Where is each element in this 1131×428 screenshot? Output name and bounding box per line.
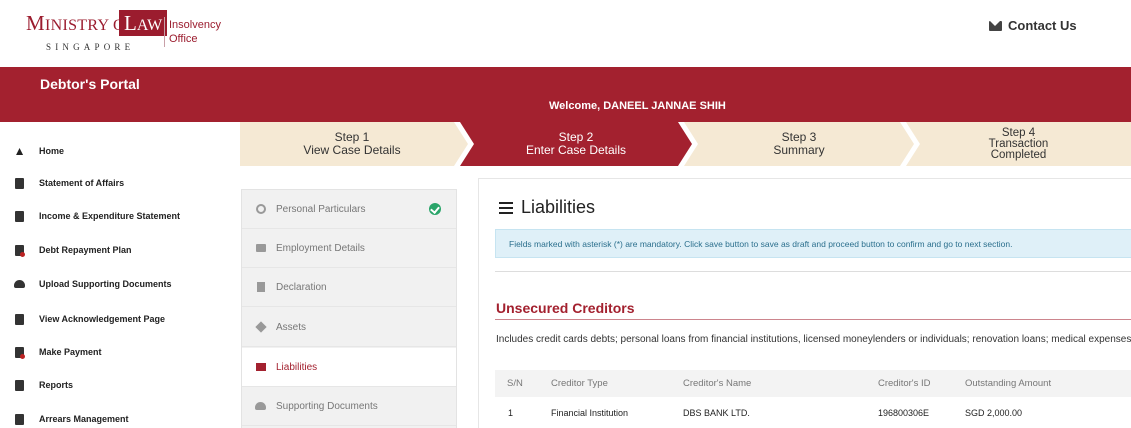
col-creditor-id: Creditor's ID bbox=[878, 378, 931, 389]
section-personal-particulars[interactable]: Personal Particulars bbox=[242, 190, 456, 229]
step-3-label: Step 3 Summary bbox=[773, 130, 825, 157]
logo-ministry-text: MINISTRY OF bbox=[26, 11, 135, 35]
section-menu: Personal Particulars Employment Details … bbox=[241, 189, 457, 428]
page-title-text: Liabilities bbox=[521, 197, 596, 217]
cell-creditor-type: Financial Institution bbox=[551, 408, 629, 418]
sidebar-item-arrears-management[interactable]: Arrears Management bbox=[0, 404, 228, 428]
logo-law-box: LAW bbox=[119, 10, 168, 36]
document-icon bbox=[255, 282, 266, 293]
cloud-upload-icon bbox=[255, 401, 266, 412]
payment-icon bbox=[14, 346, 25, 359]
top-header: MINISTRY OF LAW SINGAPORE Insolvency Off… bbox=[0, 0, 1131, 67]
sidebar-item-acknowledgement[interactable]: View Acknowledgement Page bbox=[0, 304, 228, 334]
heading-underline bbox=[495, 319, 1131, 320]
col-creditor-type: Creditor Type bbox=[551, 378, 608, 389]
portal-title: Debtor's Portal bbox=[40, 76, 140, 92]
arrears-icon bbox=[14, 413, 25, 425]
col-outstanding-amount: Outstanding Amount bbox=[965, 378, 1052, 389]
sidebar-item-income-expenditure[interactable]: Income & Expenditure Statement bbox=[0, 201, 228, 231]
step-4[interactable]: Step 4 Transaction Completed bbox=[906, 122, 1131, 166]
step-2-label: Step 2 Enter Case Details bbox=[525, 130, 627, 157]
sidebar-nav: ▲ Home Statement of Affairs Income & Exp… bbox=[0, 122, 228, 428]
file-icon bbox=[14, 313, 25, 325]
sidebar-item-debt-repayment-plan[interactable]: Debt Repayment Plan bbox=[0, 235, 228, 265]
cloud-upload-icon bbox=[14, 278, 25, 290]
progress-steps: Step 1 View Case Details Step 2 Enter Case… bbox=[228, 122, 1131, 166]
sidebar-item-make-payment[interactable]: Make Payment bbox=[0, 337, 228, 367]
logo-insolvency-office: Insolvency Office bbox=[169, 19, 221, 45]
unsecured-creditors-description: Includes credit cards debts; personal lo… bbox=[496, 334, 1131, 345]
section-assets[interactable]: Assets bbox=[242, 308, 456, 347]
step-2[interactable]: Step 2 Enter Case Details bbox=[460, 122, 692, 166]
cell-creditor-id: 196800306E bbox=[878, 408, 930, 418]
step-1[interactable]: Step 1 View Case Details bbox=[228, 122, 468, 166]
briefcase-icon bbox=[255, 243, 266, 254]
section-supporting-documents[interactable]: Supporting Documents bbox=[242, 387, 456, 426]
liabilities-panel: Liabilities Fields marked with asterisk … bbox=[478, 178, 1131, 428]
contact-us-link[interactable]: Contact Us bbox=[989, 18, 1077, 33]
sidebar-item-home[interactable]: ▲ Home bbox=[0, 136, 228, 166]
section-declaration[interactable]: Declaration bbox=[242, 268, 456, 307]
col-sn: S/N bbox=[507, 378, 523, 389]
table-header: S/N Creditor Type Creditor's Name Credit… bbox=[495, 370, 1131, 397]
step-4-label: Step 4 Transaction Completed bbox=[988, 126, 1049, 161]
list-icon bbox=[499, 201, 513, 214]
calculator-icon bbox=[14, 210, 25, 222]
ministry-of-law-logo[interactable]: MINISTRY OF LAW SINGAPORE Insolvency Off… bbox=[26, 9, 231, 63]
report-icon bbox=[14, 379, 25, 391]
logo-divider bbox=[164, 17, 165, 47]
home-icon: ▲ bbox=[13, 144, 26, 158]
completed-check-icon bbox=[429, 203, 441, 215]
contact-us-label: Contact Us bbox=[1008, 18, 1077, 33]
section-liabilities[interactable]: Liabilities bbox=[242, 348, 456, 387]
unsecured-creditors-heading: Unsecured Creditors bbox=[496, 300, 635, 316]
step-1-label: Step 1 View Case Details bbox=[303, 130, 401, 157]
sidebar-item-upload-documents[interactable]: Upload Supporting Documents bbox=[0, 269, 228, 299]
diamond-icon bbox=[254, 321, 267, 333]
cell-creditor-name: DBS BANK LTD. bbox=[683, 408, 750, 418]
step-3[interactable]: Step 3 Summary bbox=[684, 122, 914, 166]
col-creditor-name: Creditor's Name bbox=[683, 378, 752, 389]
cell-outstanding-amount: SGD 2,000.00 bbox=[965, 408, 1023, 418]
page-title: Liabilities bbox=[499, 197, 595, 218]
sidebar-item-statement-of-affairs[interactable]: Statement of Affairs bbox=[0, 168, 228, 198]
plan-icon bbox=[14, 244, 25, 257]
logo-singapore-text: SINGAPORE bbox=[46, 42, 135, 52]
portal-banner: Debtor's Portal Welcome, DANEEL JANNAE S… bbox=[0, 67, 1131, 122]
book-icon bbox=[255, 362, 266, 373]
welcome-message: Welcome, DANEEL JANNAE SHIH bbox=[549, 100, 726, 112]
mandatory-fields-notice: Fields marked with asterisk (*) are mand… bbox=[495, 229, 1131, 258]
sidebar-item-reports[interactable]: Reports bbox=[0, 370, 228, 400]
divider bbox=[495, 271, 1131, 272]
document-icon bbox=[14, 177, 25, 189]
cell-sn: 1 bbox=[508, 408, 514, 418]
section-employment-details[interactable]: Employment Details bbox=[242, 229, 456, 268]
person-icon bbox=[255, 204, 266, 215]
envelope-icon bbox=[989, 20, 1002, 31]
